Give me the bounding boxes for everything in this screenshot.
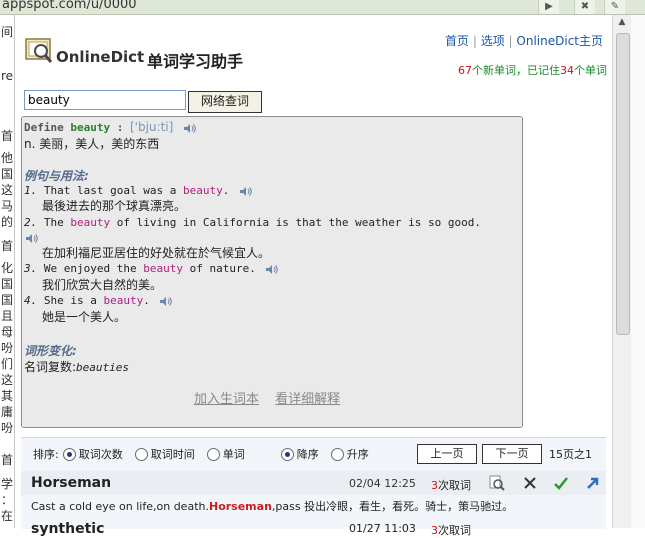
add-to-wordbook-link[interactable]: 加入生词本 <box>194 392 259 407</box>
address-bar-text[interactable]: appspot.com/u/0000 <box>2 0 137 12</box>
play-icon[interactable]: ▶ <box>538 0 559 14</box>
background-page: 间 re 首 他 国 这 马 的 首 化 国 国 且 母 吩 们 这 其 庸 吩… <box>0 15 14 528</box>
example-4-translation: 她是一个美人。 <box>42 310 127 324</box>
entry-word-2[interactable]: synthetic <box>31 521 104 537</box>
known-word-count: 34 <box>560 64 574 77</box>
word-list-panel: 排序: 取词次数 取词时间 单词 降序 升序 上一页 下一页 15页之1 Hor… <box>21 437 606 537</box>
next-page-button[interactable]: 下一页 <box>482 444 542 464</box>
brand-name: OnlineDict <box>56 48 145 66</box>
speaker-icon[interactable] <box>25 233 38 244</box>
vertical-scrollbar[interactable]: ▲ <box>612 15 631 528</box>
examples-heading: 例句与用法: <box>24 169 89 183</box>
example-1: 1. That last goal was a beauty. <box>24 184 252 197</box>
definition-actions: 加入生词本 看详细解释 <box>194 388 352 407</box>
top-links: 首页 | 选项 | OnlineDict主页 <box>444 34 603 48</box>
radio-button[interactable] <box>134 447 148 461</box>
entry-count-2: 3次取词 <box>431 524 471 537</box>
headword: beauty <box>70 121 111 134</box>
lookup-icon[interactable] <box>489 475 505 491</box>
speaker-icon[interactable] <box>239 186 252 197</box>
sort-bar: 排序: 取词次数 取词时间 单词 降序 升序 <box>33 446 377 462</box>
entry-date-2: 01/27 11:03 <box>349 522 416 535</box>
radio-button[interactable] <box>62 447 76 461</box>
speaker-icon[interactable] <box>265 264 279 275</box>
delete-icon[interactable] <box>522 475 538 491</box>
example-1-translation: 最後进去的那个球真漂亮。 <box>42 199 187 213</box>
phonetic: ['bju:ti] <box>130 120 174 134</box>
example-4: 4. She is a beauty. <box>24 294 173 307</box>
meaning: n. 美丽，美人，美的东西 <box>24 137 160 151</box>
definition-panel: Define beauty : ['bju:ti] n. 美丽，美人，美的东西 … <box>21 116 523 428</box>
entry-count: 3次取词 <box>431 479 471 492</box>
ascending-option[interactable]: 升序 <box>330 446 369 462</box>
sort-label: 排序: <box>33 448 59 461</box>
radio-button[interactable] <box>330 447 344 461</box>
sort-by-word-option[interactable]: 单词 <box>206 446 245 462</box>
radio-button[interactable] <box>280 447 294 461</box>
home-link[interactable]: 首页 <box>445 34 469 48</box>
plural-form: 名词复数:beauties <box>24 360 130 374</box>
descending-option[interactable]: 降序 <box>280 446 319 462</box>
speaker-icon[interactable] <box>183 123 196 134</box>
sort-by-count-option[interactable]: 取词次数 <box>62 446 123 462</box>
example-3: 3. We enjoyed the beauty of nature. <box>24 262 279 275</box>
onlinedict-homepage-link[interactable]: OnlineDict主页 <box>516 34 603 48</box>
new-word-count: 67 <box>458 64 472 77</box>
scroll-thumb[interactable] <box>616 33 630 335</box>
entry-date: 02/04 12:25 <box>349 477 416 490</box>
entry-example: Cast a cold eye on life,on death.Horsema… <box>31 500 514 513</box>
view-details-link[interactable]: 看详细解释 <box>275 392 340 407</box>
example-2: 2. The beauty of living in California is… <box>24 216 481 229</box>
define-line: Define beauty : ['bju:ti] <box>24 120 196 134</box>
example-3-translation: 我们欣赏大自然的美。 <box>42 278 163 292</box>
expand-arrow-icon[interactable] <box>585 475 601 491</box>
speaker-icon[interactable] <box>159 296 173 307</box>
checkmark-icon[interactable] <box>553 475 569 491</box>
search-input[interactable] <box>24 90 186 110</box>
entry-word[interactable]: Horseman <box>31 475 111 491</box>
extension-icon[interactable]: ✎ <box>604 0 625 14</box>
word-stats: 67个新单词，已记住34个单词 <box>458 64 607 77</box>
dictionary-logo-icon <box>25 38 53 63</box>
page-info: 15页之1 <box>549 448 592 461</box>
web-lookup-button[interactable]: 网络查词 <box>188 91 262 113</box>
sort-by-time-option[interactable]: 取词时间 <box>134 446 195 462</box>
list-item[interactable]: Horseman 02/04 12:25 3次取词 <box>21 471 606 495</box>
prev-page-button[interactable]: 上一页 <box>417 444 477 464</box>
close-tab-icon[interactable]: ✖ <box>574 0 595 14</box>
browser-toolbar: appspot.com/u/0000 ▶ ✖ ✎ <box>0 0 645 15</box>
word-forms-heading: 词形变化: <box>24 344 77 358</box>
window-edge <box>631 15 645 528</box>
app-title: 单词学习助手 <box>147 52 244 71</box>
options-link[interactable]: 选项 <box>481 34 505 48</box>
example-2-translation: 在加利福尼亚居住的好处就在於气候宜人。 <box>42 246 271 260</box>
scroll-up-icon[interactable]: ▲ <box>616 17 628 29</box>
radio-button[interactable] <box>206 447 220 461</box>
